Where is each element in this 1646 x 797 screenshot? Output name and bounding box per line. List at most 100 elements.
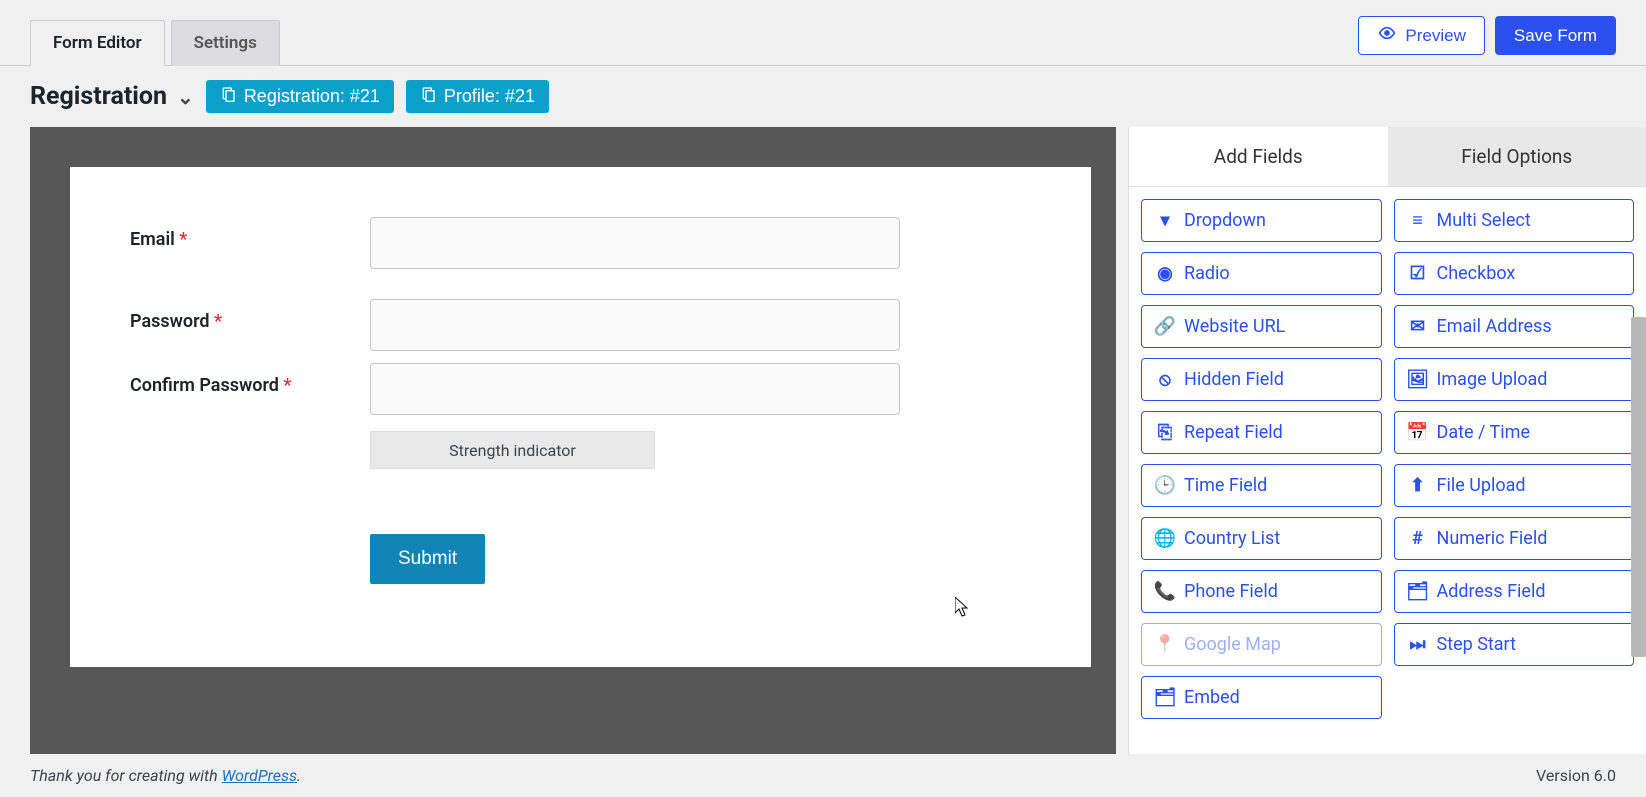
field-btn-label: Phone Field: [1184, 581, 1278, 602]
footer-suffix: .: [297, 766, 301, 785]
field-btn-embed[interactable]: 🗂Embed: [1141, 676, 1382, 719]
preview-label: Preview: [1405, 26, 1465, 46]
field-btn-google-map: 📍 Google Map: [1141, 623, 1382, 666]
main-area: Email * Password *: [0, 127, 1646, 754]
shortcode-profile[interactable]: Profile: #21: [406, 80, 549, 113]
label-email-text: Email: [130, 229, 175, 250]
hidden-field-icon: ⦸: [1156, 369, 1174, 390]
field-btn-label: Dropdown: [1184, 210, 1266, 231]
field-btn-step-start[interactable]: ⏭Step Start: [1394, 623, 1635, 666]
field-btn-label: Checkbox: [1437, 263, 1516, 284]
field-btn-label: Time Field: [1184, 475, 1267, 496]
repeat-field-icon: ⎘: [1156, 422, 1174, 443]
field-btn-dropdown[interactable]: ▾ Dropdown: [1141, 199, 1382, 242]
country-list-icon: 🌐: [1156, 528, 1174, 549]
field-btn-label: Hidden Field: [1184, 369, 1284, 390]
field-btn-numeric-field[interactable]: # Numeric Field: [1394, 517, 1635, 560]
footer: Thank you for creating with WordPress. V…: [0, 754, 1646, 797]
field-btn-phone-field[interactable]: 📞Phone Field: [1141, 570, 1382, 613]
field-btn-label: Website URL: [1184, 316, 1285, 337]
field-btn-address-field[interactable]: 🗂 Address Field: [1394, 570, 1635, 613]
side-tab-add-fields[interactable]: Add Fields: [1129, 127, 1388, 186]
field-btn-multi-select[interactable]: ≡Multi Select: [1394, 199, 1635, 242]
field-btn-label: Address Field: [1437, 581, 1546, 602]
file-upload-icon: ⬆: [1409, 475, 1427, 496]
date-time-icon: 📅: [1409, 422, 1427, 443]
label-confirm-text: Confirm Password: [130, 375, 279, 396]
pill-profile-label: Profile: #21: [444, 86, 535, 107]
page-title: Registration ⌄: [30, 82, 194, 111]
required-asterisk: *: [214, 311, 222, 332]
label-password-text: Password: [130, 311, 210, 332]
password-input[interactable]: [370, 299, 900, 351]
field-btn-hidden-field[interactable]: ⦸ Hidden Field: [1141, 358, 1382, 401]
dropdown-icon: ▾: [1156, 210, 1174, 231]
field-row-email[interactable]: Email *: [130, 217, 1031, 269]
required-asterisk: *: [283, 375, 291, 396]
field-btn-file-upload[interactable]: ⬆File Upload: [1394, 464, 1635, 507]
tab-settings[interactable]: Settings: [171, 20, 280, 66]
strength-indicator: Strength indicator: [370, 431, 655, 469]
field-btn-website-url[interactable]: 🔗 Website URL: [1141, 305, 1382, 348]
fields-scroll: ▾ Dropdown ≡Multi Select ◉Radio ☑ Checkbox 🔗 We…: [1129, 187, 1646, 754]
field-row-confirm-password[interactable]: Confirm Password *: [130, 363, 1031, 415]
chevron-down-icon[interactable]: ⌄: [177, 85, 194, 109]
shortcode-registration[interactable]: Registration: #21: [206, 80, 394, 113]
footer-credit: Thank you for creating with WordPress.: [30, 766, 301, 785]
preview-button[interactable]: Preview: [1358, 16, 1484, 55]
field-btn-email-address[interactable]: ✉ Email Address: [1394, 305, 1635, 348]
form-canvas-wrap: Email * Password *: [30, 127, 1116, 754]
email-address-icon: ✉: [1409, 316, 1427, 337]
field-btn-date-time[interactable]: 📅 Date / Time: [1394, 411, 1635, 454]
field-btn-label: Country List: [1184, 528, 1280, 549]
field-btn-radio[interactable]: ◉Radio: [1141, 252, 1382, 295]
field-btn-image-upload[interactable]: 🖼 Image Upload: [1394, 358, 1635, 401]
field-btn-repeat-field[interactable]: ⎘ Repeat Field: [1141, 411, 1382, 454]
field-btn-label: Image Upload: [1437, 369, 1548, 390]
required-asterisk: *: [179, 229, 187, 250]
time-field-icon: 🕒: [1156, 475, 1174, 496]
label-confirm: Confirm Password *: [130, 363, 370, 396]
wordpress-link[interactable]: WordPress: [222, 766, 297, 785]
email-input[interactable]: [370, 217, 900, 269]
field-btn-country-list[interactable]: 🌐 Country List: [1141, 517, 1382, 560]
image-upload-icon: 🖼: [1409, 369, 1427, 390]
field-btn-label: Repeat Field: [1184, 422, 1283, 443]
form-canvas: Email * Password *: [70, 167, 1091, 667]
field-btn-checkbox[interactable]: ☑ Checkbox: [1394, 252, 1635, 295]
footer-prefix: Thank you for creating with: [30, 766, 222, 785]
embed-icon: 🗂: [1156, 687, 1174, 708]
side-tabs: Add Fields Field Options: [1129, 127, 1646, 187]
label-password: Password *: [130, 299, 370, 332]
top-tabs: Form Editor Settings: [30, 19, 1358, 65]
pill-reg-label: Registration: #21: [244, 86, 380, 107]
topbar: Form Editor Settings Preview Save Form: [0, 0, 1646, 66]
field-btn-label: Google Map: [1184, 634, 1281, 655]
google-map-icon: 📍: [1156, 634, 1174, 655]
confirm-password-input[interactable]: [370, 363, 900, 415]
save-form-button[interactable]: Save Form: [1495, 16, 1616, 55]
field-row-password[interactable]: Password *: [130, 299, 1031, 351]
website-url-icon: 🔗: [1156, 316, 1174, 337]
footer-version: Version 6.0: [1536, 766, 1616, 785]
submit-button[interactable]: Submit: [370, 534, 485, 584]
eye-icon: [1377, 25, 1397, 46]
field-btn-label: Date / Time: [1437, 422, 1531, 443]
checkbox-icon: ☑: [1409, 263, 1427, 284]
fields-grid: ▾ Dropdown ≡Multi Select ◉Radio ☑ Checkbox 🔗 We…: [1141, 199, 1634, 719]
subheader: Registration ⌄ Registration: #21 Profile…: [0, 66, 1646, 127]
title-text: Registration: [30, 82, 167, 111]
label-email: Email *: [130, 217, 370, 250]
multi-select-icon: ≡: [1409, 210, 1427, 231]
field-btn-label: Email Address: [1437, 316, 1552, 337]
field-btn-label: Numeric Field: [1437, 528, 1548, 549]
strength-row: Strength indicator: [130, 427, 1031, 469]
step-start-icon: ⏭: [1409, 634, 1427, 655]
side-tab-field-options[interactable]: Field Options: [1388, 127, 1646, 186]
side-panel: Add Fields Field Options ▾ Dropdown ≡Multi…: [1128, 127, 1646, 754]
numeric-field-icon: #: [1409, 528, 1427, 549]
tab-form-editor[interactable]: Form Editor: [30, 20, 165, 66]
field-btn-time-field[interactable]: 🕒 Time Field: [1141, 464, 1382, 507]
copy-icon: [220, 86, 236, 107]
address-field-icon: 🗂: [1409, 581, 1427, 602]
